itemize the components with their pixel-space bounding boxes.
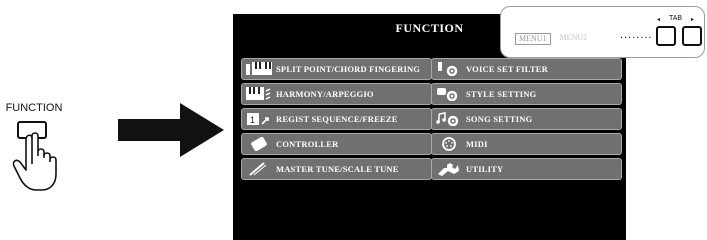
menu-item-label: STYLE SETTING <box>466 89 537 99</box>
tab-left-button[interactable] <box>656 26 676 46</box>
menu-item-split-point[interactable]: SPLIT POINT/CHORD FINGERING <box>241 58 432 80</box>
menu-column-right: VOICE SET FILTER STYLE SETTING SONG SETT… <box>431 58 622 183</box>
menu-item-midi[interactable]: MIDI <box>431 133 622 155</box>
menu-item-regist-sequence[interactable]: 1 REGIST SEQUENCE/FREEZE <box>241 108 432 130</box>
right-arrow-icon <box>118 103 224 157</box>
controller-icon <box>242 134 276 154</box>
menu-item-utility[interactable]: UTILITY <box>431 158 622 180</box>
tab-right-arrow-icon: ▸ <box>691 17 695 23</box>
voice-set-gear-icon <box>432 59 466 79</box>
menu-item-label: UTILITY <box>466 164 504 174</box>
keyboard-harmony-icon <box>242 84 276 104</box>
keyboard-split-icon <box>242 59 276 79</box>
menu-item-harmony-arpeggio[interactable]: HARMONY/ARPEGGIO <box>241 83 432 105</box>
leader-dots: ........ <box>620 29 653 41</box>
menu-item-song-setting[interactable]: SONG SETTING <box>431 108 622 130</box>
song-gear-icon <box>432 109 466 129</box>
style-gear-icon <box>432 84 466 104</box>
menu-item-label: CONTROLLER <box>276 139 339 149</box>
menu-item-label: MASTER TUNE/SCALE TUNE <box>276 164 399 174</box>
tuning-icon <box>242 159 276 179</box>
menu-column-left: SPLIT POINT/CHORD FINGERING HARMONY/ARPE… <box>241 58 432 183</box>
menu-item-voice-set-filter[interactable]: VOICE SET FILTER <box>431 58 622 80</box>
function-button-label: FUNCTION <box>5 102 63 114</box>
menu-item-label: HARMONY/ARPEGGIO <box>276 89 374 99</box>
midi-icon <box>432 134 466 154</box>
tab-right-button[interactable] <box>682 26 702 46</box>
menu-item-master-tune[interactable]: MASTER TUNE/SCALE TUNE <box>241 158 432 180</box>
tab-buttons-callout: MENU1 MENU2 ........ ◂ TAB ▸ <box>500 6 705 58</box>
menu-item-label: VOICE SET FILTER <box>466 64 548 74</box>
svg-text:1: 1 <box>250 115 255 125</box>
menu-item-label: REGIST SEQUENCE/FREEZE <box>276 114 398 124</box>
callout-menu-tabs: MENU1 MENU2 <box>515 33 590 45</box>
menu-item-label: SPLIT POINT/CHORD FINGERING <box>276 64 421 74</box>
menu-item-controller[interactable]: CONTROLLER <box>241 133 432 155</box>
menu-item-style-setting[interactable]: STYLE SETTING <box>431 83 622 105</box>
tab-left-arrow-icon: ◂ <box>657 17 661 23</box>
function-button-illustration[interactable] <box>8 116 68 194</box>
callout-tab-menu1[interactable]: MENU1 <box>515 33 551 45</box>
menu-item-label: SONG SETTING <box>466 114 533 124</box>
tab-label: TAB <box>669 15 683 22</box>
utility-wrench-icon <box>432 159 466 179</box>
registration-icon: 1 <box>242 109 276 129</box>
menu-item-label: MIDI <box>466 139 488 149</box>
callout-tab-menu2[interactable]: MENU2 <box>557 33 591 45</box>
